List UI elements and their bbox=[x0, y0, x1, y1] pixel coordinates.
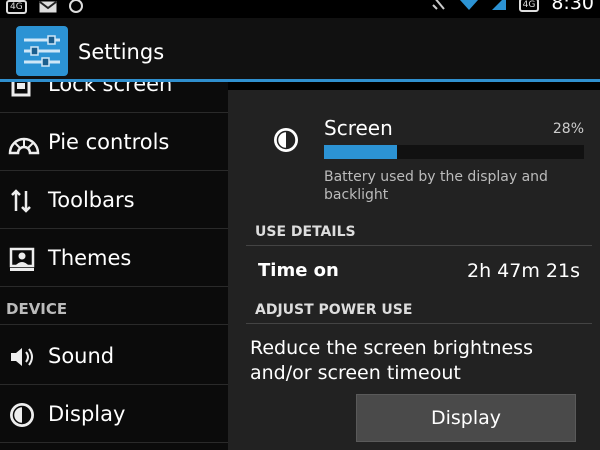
status-bar: 4G 4G 8:30 bbox=[0, 0, 600, 18]
sidebar-item-pie-controls[interactable]: Pie controls bbox=[0, 113, 228, 171]
sound-icon bbox=[8, 343, 36, 371]
pie-controls-icon bbox=[8, 129, 40, 157]
sidebar-item-label: Toolbars bbox=[48, 188, 135, 212]
time-on-label: Time on bbox=[258, 260, 339, 281]
brightness-icon bbox=[272, 126, 300, 154]
battery-badge: 4G bbox=[518, 0, 540, 12]
network-badge: 4G bbox=[6, 0, 27, 14]
sidebar-item-label: Display bbox=[48, 402, 126, 426]
signal-icon bbox=[491, 0, 507, 15]
status-bar-left: 4G bbox=[6, 0, 83, 14]
sidebar-item-toolbars[interactable]: Toolbars bbox=[0, 171, 228, 229]
status-time: 8:30 bbox=[551, 0, 594, 14]
settings-app-icon[interactable] bbox=[16, 26, 68, 76]
usage-progress-fill bbox=[324, 145, 397, 159]
usage-progress-bar bbox=[324, 145, 584, 159]
whatsapp-icon bbox=[68, 0, 83, 17]
section-header-label: USE DETAILS bbox=[255, 224, 356, 240]
gmail-icon bbox=[39, 0, 57, 17]
section-header-label: DEVICE bbox=[6, 300, 68, 318]
themes-icon bbox=[8, 245, 36, 273]
lock-screen-icon bbox=[8, 82, 36, 99]
use-details-header: USE DETAILS bbox=[246, 220, 592, 246]
sidebar-item-display[interactable]: Display bbox=[0, 385, 228, 443]
battery-detail-pane: Screen 28% Battery used by the display a… bbox=[228, 90, 600, 450]
adjust-description: Reduce the screen brightness and/or scre… bbox=[250, 337, 533, 384]
section-header-device: DEVICE bbox=[0, 293, 228, 325]
toolbars-icon bbox=[8, 187, 36, 215]
sidebar-item-themes[interactable]: Themes bbox=[0, 229, 228, 287]
sidebar-item-label: Pie controls bbox=[48, 130, 170, 154]
sidebar-item-label: Themes bbox=[48, 246, 132, 270]
usage-percent: 28% bbox=[552, 121, 584, 137]
sidebar-item-label: Sound bbox=[48, 344, 115, 368]
action-bar: Settings bbox=[0, 18, 600, 82]
sidebar-item-label: Lock screen bbox=[48, 82, 173, 96]
vibrate-icon bbox=[431, 0, 447, 15]
sidebar-item-lock-screen[interactable]: Lock screen bbox=[0, 82, 228, 113]
adjust-power-header: ADJUST POWER USE bbox=[246, 298, 592, 324]
status-bar-right: 4G 8:30 bbox=[431, 0, 594, 14]
wifi-icon bbox=[459, 0, 479, 15]
display-settings-button[interactable]: Display bbox=[356, 394, 576, 442]
settings-sidebar: Lock screen Pie controls Toolbars Themes… bbox=[0, 82, 228, 450]
page-title: Settings bbox=[78, 40, 165, 64]
usage-item-name: Screen bbox=[324, 116, 393, 140]
time-on-value: 2h 47m 21s bbox=[467, 260, 580, 282]
display-icon bbox=[8, 401, 36, 429]
sidebar-item-sound[interactable]: Sound bbox=[0, 327, 228, 385]
section-header-label: ADJUST POWER USE bbox=[255, 302, 413, 318]
usage-description: Battery used by the display and backligh… bbox=[324, 169, 548, 203]
